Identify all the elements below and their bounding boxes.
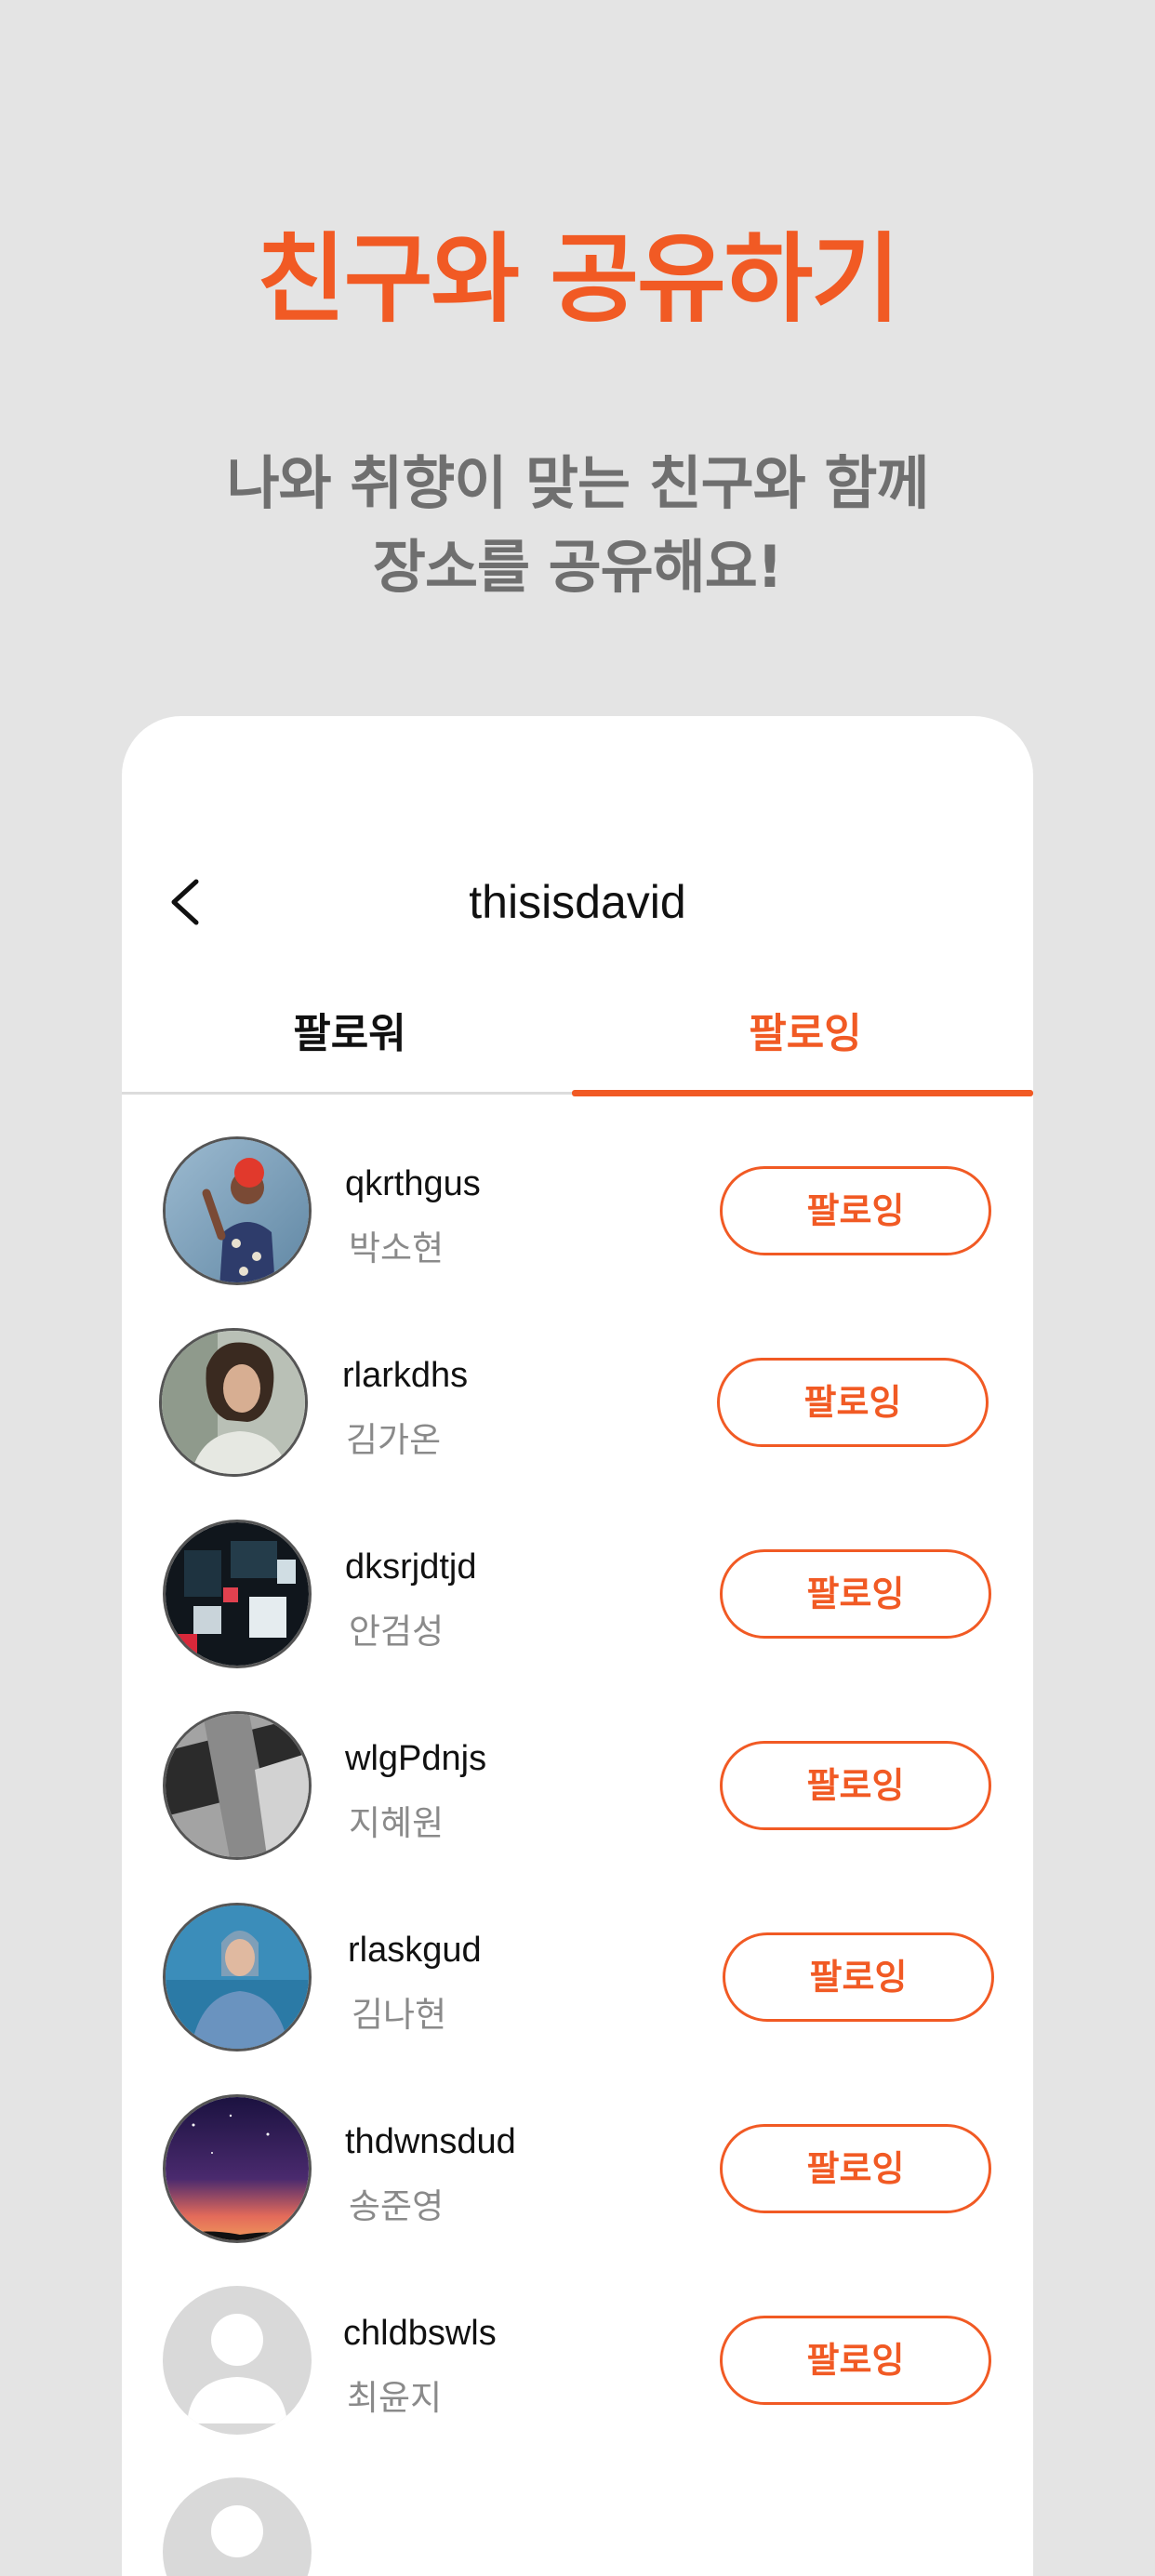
avatar[interactable] (163, 1903, 312, 2052)
avatar-photo (166, 2097, 309, 2240)
avatar[interactable] (163, 2286, 312, 2435)
username: rlaskgud (348, 1931, 482, 1970)
promo-title: 친구와 공유하기 (257, 222, 900, 336)
avatar-photo (166, 1522, 309, 1666)
tab-followers[interactable]: 팔로워 (122, 986, 578, 1092)
promo-subtitle-line-2: 장소를 공유해요! (372, 533, 783, 601)
list-item: dksrjdtjd 안검성 팔로잉 (122, 1499, 1033, 1691)
list-item: rlarkdhs 김가온 팔로잉 (122, 1308, 1033, 1499)
avatar-photo (162, 1331, 305, 1474)
list-item: rlaskgud 김나현 팔로잉 (122, 1882, 1033, 2074)
following-button[interactable]: 팔로잉 (720, 2316, 991, 2405)
avatar[interactable] (163, 1136, 312, 1285)
following-button[interactable]: 팔로잉 (723, 1932, 994, 2022)
following-button[interactable]: 팔로잉 (717, 1358, 989, 1447)
default-avatar-icon (163, 2477, 312, 2576)
display-name: 김나현 (352, 1995, 447, 2035)
tab-following[interactable]: 팔로잉 (578, 986, 1033, 1092)
phone-screen-card: thisisdavid 팔로워 팔로잉 qkrthgus 박소현 팔로잉 rla… (122, 716, 1033, 2576)
following-button[interactable]: 팔로잉 (720, 1741, 991, 1830)
avatar[interactable] (163, 1520, 312, 1668)
username: wlgPdnjs (345, 1739, 487, 1778)
active-tab-indicator (572, 1090, 1033, 1096)
profile-username-title: thisisdavid (469, 876, 686, 928)
display-name: 송준영 (349, 2186, 445, 2226)
following-list: qkrthgus 박소현 팔로잉 rlarkdhs 김가온 팔로잉 dksrjd… (122, 1116, 1033, 2576)
username: rlarkdhs (342, 1356, 469, 1395)
display-name: 김가온 (346, 1420, 442, 1460)
list-item: qkrthgus 박소현 팔로잉 (122, 1116, 1033, 1308)
default-avatar-icon (163, 2286, 312, 2435)
display-name: 최윤지 (347, 2378, 443, 2418)
promo-subtitle: 나와 취향이 맞는 친구와 함께 장소를 공유해요! (0, 442, 1155, 609)
list-item-partial (122, 2457, 1033, 2576)
display-name: 박소현 (349, 1228, 445, 1268)
following-button[interactable]: 팔로잉 (720, 1166, 991, 1255)
avatar[interactable] (163, 2094, 312, 2243)
list-item: chldbswls 최윤지 팔로잉 (122, 2265, 1033, 2457)
display-name: 안검성 (349, 1612, 445, 1652)
username: dksrjdtjd (345, 1547, 477, 1587)
avatar-photo (166, 1139, 309, 1282)
username: chldbswls (343, 2314, 497, 2353)
avatar-photo (166, 1905, 309, 2049)
following-button[interactable]: 팔로잉 (720, 2124, 991, 2213)
follow-tabs: 팔로워 팔로잉 (122, 986, 1033, 1096)
avatar[interactable] (159, 1328, 308, 1477)
username: thdwnsdud (345, 2122, 516, 2161)
username: qkrthgus (345, 1164, 481, 1203)
avatar[interactable] (163, 1711, 312, 1860)
top-bar: thisisdavid (122, 846, 1033, 958)
avatar[interactable] (163, 2477, 312, 2576)
avatar-photo (166, 1714, 309, 1857)
list-item: wlgPdnjs 지혜원 팔로잉 (122, 1691, 1033, 1882)
display-name: 지혜원 (349, 1803, 445, 1843)
list-item: thdwnsdud 송준영 팔로잉 (122, 2074, 1033, 2265)
promo-subtitle-line-1: 나와 취향이 맞는 친구와 함께 (226, 449, 930, 517)
following-button[interactable]: 팔로잉 (720, 1549, 991, 1639)
